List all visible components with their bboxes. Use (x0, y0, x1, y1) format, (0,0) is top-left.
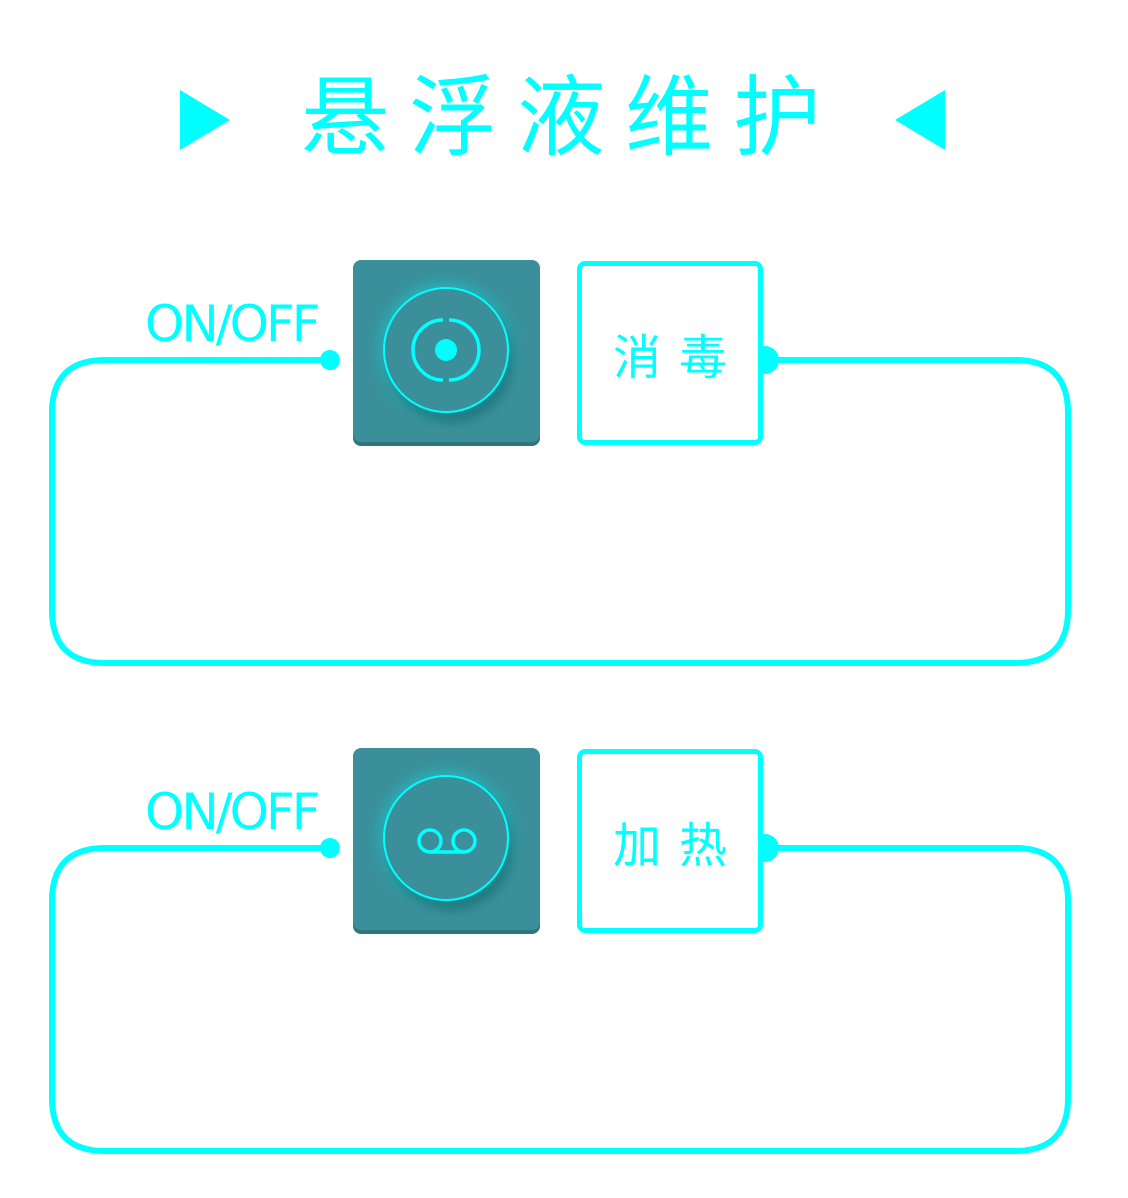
switch-knob[interactable] (383, 775, 509, 901)
heating-switch-button[interactable] (353, 748, 540, 934)
triangle-left-icon (895, 90, 945, 150)
on-off-label: ON/OFF (145, 295, 320, 353)
page-title: 悬浮液维护 (300, 66, 841, 169)
function-label: 消毒 (612, 330, 745, 386)
control-group-heating: ON/OFF 加热 (0, 748, 1128, 1168)
heating-label-box: 加热 (577, 749, 763, 933)
page-header: 悬浮液维护 (0, 60, 1128, 180)
on-off-label: ON/OFF (145, 783, 320, 841)
disinfect-label-box: 消毒 (577, 261, 763, 445)
control-group-disinfect: ON/OFF 消毒 (0, 260, 1128, 680)
disinfect-switch-button[interactable] (353, 260, 540, 446)
function-label: 加热 (612, 818, 745, 874)
target-icon (411, 318, 481, 382)
switch-knob[interactable] (383, 287, 509, 413)
voicemail-icon (417, 828, 477, 854)
